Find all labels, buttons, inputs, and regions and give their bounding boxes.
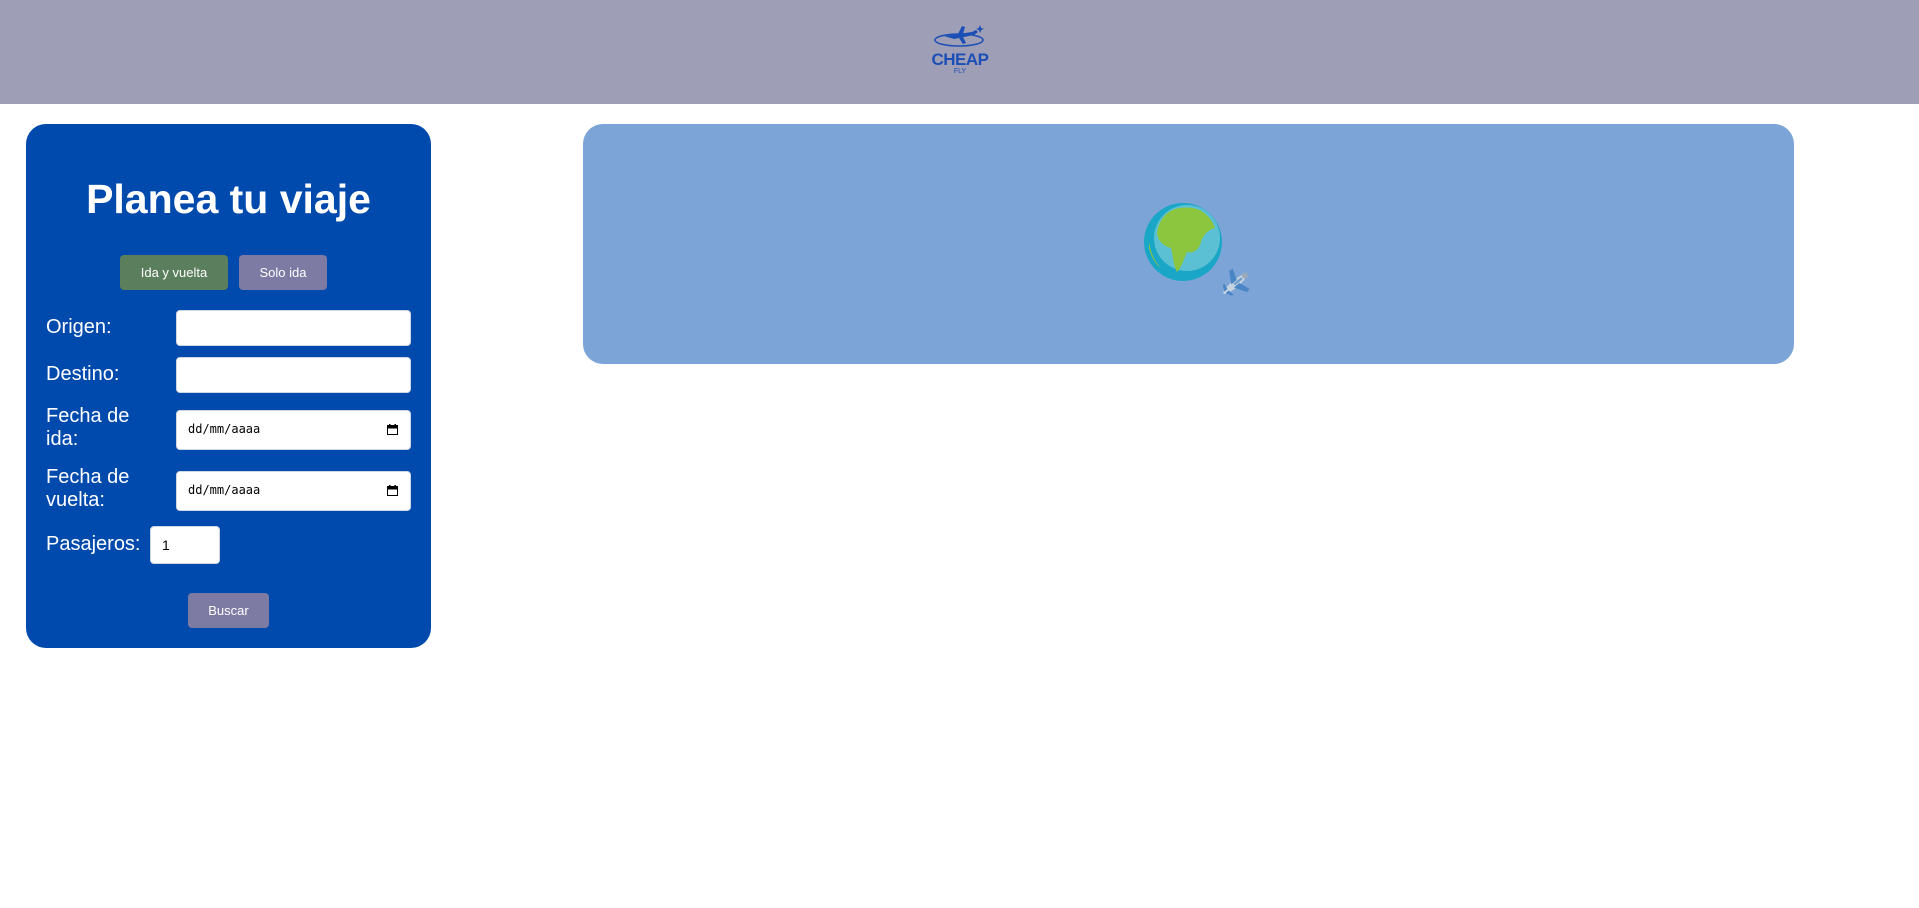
logo-airplane-icon bbox=[934, 25, 984, 47]
origin-input[interactable] bbox=[176, 310, 411, 346]
hero-banner bbox=[583, 124, 1794, 364]
one-way-button[interactable]: Solo ida bbox=[239, 255, 327, 290]
airplane-icon bbox=[1222, 268, 1250, 296]
destination-input[interactable] bbox=[176, 357, 411, 393]
globe-icon bbox=[1144, 203, 1222, 281]
departure-date-label-line2: ida: bbox=[46, 428, 79, 450]
round-trip-button[interactable]: Ida y vuelta bbox=[120, 255, 228, 290]
top-header: CHEAP FLY bbox=[0, 0, 1919, 104]
logo-subtext: FLY bbox=[953, 68, 967, 75]
passengers-value: 1 bbox=[162, 537, 170, 553]
search-button[interactable]: Buscar bbox=[188, 593, 269, 628]
return-date-placeholder: dd/mm/aaaa bbox=[188, 483, 261, 497]
cheapfly-logo[interactable]: CHEAP FLY bbox=[928, 22, 992, 82]
departure-date-label-line1: Fecha de bbox=[46, 405, 130, 427]
planner-title: Planea tu viaje bbox=[86, 176, 371, 222]
passengers-input[interactable]: 1 bbox=[150, 526, 220, 564]
return-date-input[interactable]: dd/mm/aaaa bbox=[176, 471, 411, 511]
globe-illustration bbox=[1144, 203, 1250, 296]
destination-label: Destino: bbox=[46, 363, 120, 385]
return-date-label: Fecha de vuelta: bbox=[46, 466, 129, 512]
return-date-label-line2: vuelta: bbox=[46, 489, 105, 511]
calendar-icon[interactable] bbox=[387, 424, 398, 435]
passengers-label: Pasajeros: bbox=[46, 533, 141, 555]
return-date-label-line1: Fecha de bbox=[46, 466, 130, 488]
departure-date-label: Fecha de ida: bbox=[46, 405, 129, 451]
departure-date-input[interactable]: dd/mm/aaaa bbox=[176, 410, 411, 450]
trip-planner-panel: Planea tu viaje Ida y vuelta Solo ida Or… bbox=[26, 124, 431, 648]
departure-date-placeholder: dd/mm/aaaa bbox=[188, 422, 261, 436]
origin-label: Origen: bbox=[46, 316, 112, 338]
logo-wordmark: CHEAP bbox=[931, 50, 989, 69]
calendar-icon[interactable] bbox=[387, 485, 398, 496]
